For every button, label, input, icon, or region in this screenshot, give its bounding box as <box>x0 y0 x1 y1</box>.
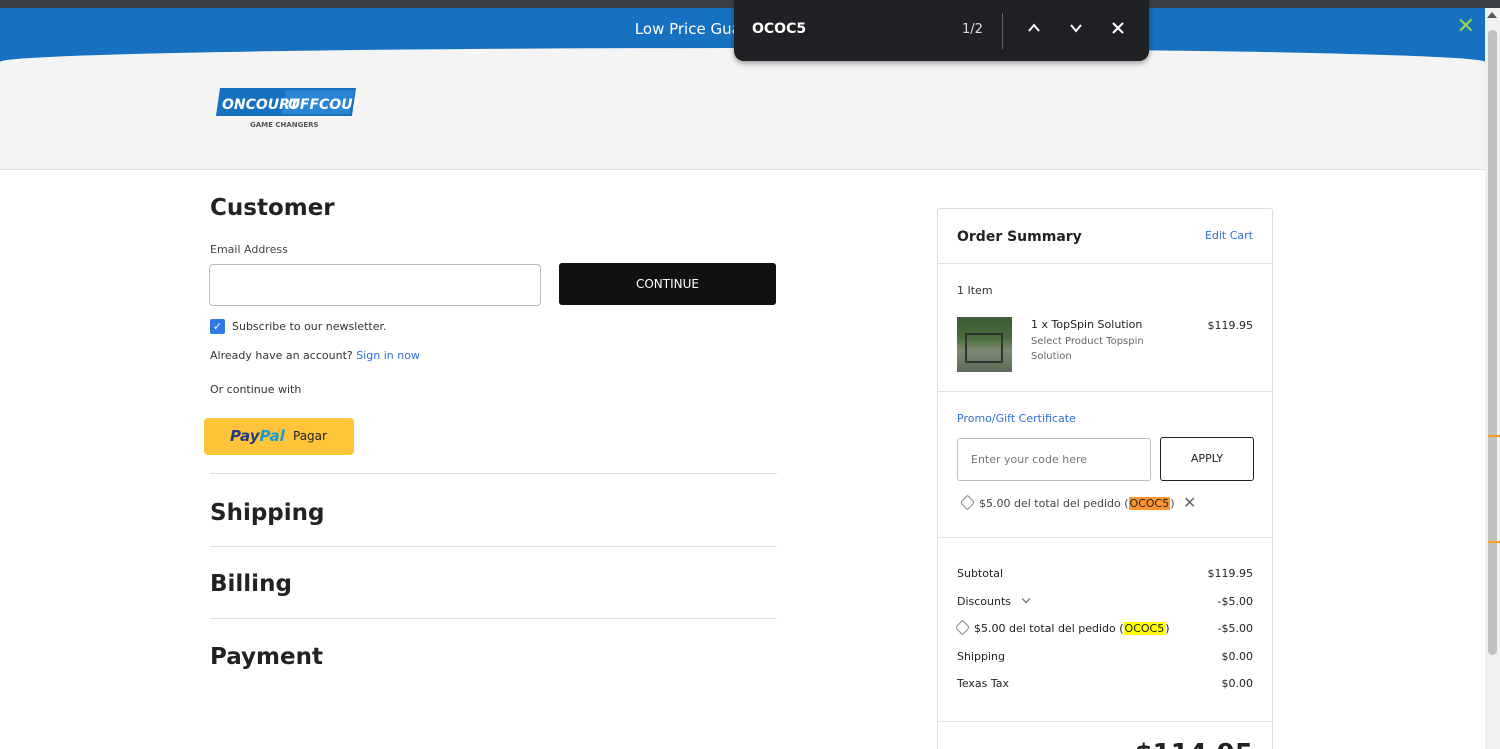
shipping-row: Shipping $0.00 <box>957 650 1253 663</box>
coupon-text-close: ) <box>1170 497 1175 510</box>
summary-divider <box>938 391 1272 392</box>
paypal-button[interactable]: PayPal Pagar <box>204 418 354 455</box>
find-close-button[interactable] <box>1106 18 1130 42</box>
continue-button[interactable]: CONTINUE <box>559 263 776 305</box>
promo-code-input-wrapper <box>957 438 1151 481</box>
account-text: Already have an account? <box>210 349 353 362</box>
summary-divider <box>938 537 1272 538</box>
item-name: 1 x TopSpin Solution <box>1031 318 1143 331</box>
section-divider <box>210 618 777 619</box>
tag-icon <box>954 619 971 636</box>
find-previous-button[interactable] <box>1022 18 1046 42</box>
discounts-label: Discounts <box>957 595 1012 608</box>
coupon-discount-row: $5.00 del total del pedido (OCOC5) -$5.0… <box>954 619 1253 636</box>
coupon-row-text: $5.00 del total del pedido ( <box>974 622 1124 635</box>
scroll-thumb[interactable] <box>1488 30 1497 655</box>
tax-value: $0.00 <box>1221 677 1254 690</box>
or-continue-text: Or continue with <box>210 383 302 396</box>
paypal-logo-pal: Pal <box>259 427 285 445</box>
coupon-text: $5.00 del total del pedido ( <box>979 497 1129 510</box>
applied-coupon: $5.00 del total del pedido (OCOC5) <box>959 494 1175 511</box>
edit-cart-link[interactable]: Edit Cart <box>1205 229 1253 242</box>
find-divider <box>1002 13 1003 49</box>
coupon-row-code-highlight: OCOC5 <box>1123 622 1166 635</box>
summary-divider <box>938 721 1272 722</box>
billing-heading[interactable]: Billing <box>210 571 292 597</box>
banner-close-icon[interactable]: ✕ <box>1457 14 1475 39</box>
close-icon <box>1112 22 1124 34</box>
discounts-row[interactable]: Discounts -$5.00 <box>957 594 1253 608</box>
logo-text-offcourt: OFFCOURT <box>288 97 358 113</box>
find-match-marker <box>1488 435 1500 437</box>
subtotal-value: $119.95 <box>1207 567 1254 580</box>
product-thumbnail <box>957 317 1012 372</box>
scroll-up-arrow-icon[interactable] <box>1487 12 1497 18</box>
find-in-page-bar: OCOC5 1/2 <box>734 0 1149 61</box>
chevron-down-icon[interactable] <box>1021 594 1031 604</box>
subtotal-row: Subtotal $119.95 <box>957 567 1253 580</box>
paypal-logo: PayPal <box>230 427 285 445</box>
find-match-marker <box>1488 541 1500 543</box>
section-divider <box>210 546 777 547</box>
newsletter-label: Subscribe to our newsletter. <box>232 320 387 333</box>
paypal-pagar-label: Pagar <box>293 429 327 443</box>
item-subtitle: Select Product Topspin Solution <box>1031 336 1144 362</box>
coupon-row-text-close: ) <box>1165 622 1170 635</box>
email-field[interactable] <box>209 264 541 306</box>
account-prompt: Already have an account? Sign in now <box>210 349 420 362</box>
payment-heading[interactable]: Payment <box>210 644 323 670</box>
sign-in-link[interactable]: Sign in now <box>356 349 420 362</box>
order-total: $114.95 <box>1135 739 1253 749</box>
remove-coupon-close-icon[interactable]: ✕ <box>1183 493 1196 512</box>
item-price: $119.95 <box>1207 319 1254 332</box>
logo-graphic: ONCOURT OFFCOURT GAME CHANGERS <box>216 88 374 129</box>
discounts-value: -$5.00 <box>1217 595 1253 608</box>
site-logo[interactable]: ONCOURT OFFCOURT GAME CHANGERS <box>216 86 374 130</box>
section-divider <box>210 473 777 474</box>
find-match-count: 1/2 <box>962 22 983 37</box>
order-summary: Order Summary Edit Cart 1 Item 1 x TopSp… <box>937 208 1273 749</box>
shipping-label: Shipping <box>957 650 1005 663</box>
shipping-value: $0.00 <box>1221 650 1254 663</box>
thumbnail-net-shape <box>965 333 1003 363</box>
coupon-row-value: -$5.00 <box>1217 622 1253 635</box>
promo-code-input[interactable] <box>958 439 1150 480</box>
order-summary-title: Order Summary <box>957 229 1082 245</box>
checkmark-icon: ✓ <box>212 320 223 333</box>
subtotal-label: Subtotal <box>957 567 1004 580</box>
coupon-code-highlight: OCOC5 <box>1128 497 1171 510</box>
paypal-logo-pay: Pay <box>230 427 260 445</box>
tax-row: Texas Tax $0.00 <box>957 677 1253 690</box>
summary-divider <box>938 263 1272 264</box>
promo-gift-link[interactable]: Promo/Gift Certificate <box>957 412 1076 425</box>
newsletter-checkbox[interactable]: ✓ <box>210 319 225 334</box>
apply-button[interactable]: APPLY <box>1160 437 1254 481</box>
find-input[interactable]: OCOC5 <box>752 21 806 37</box>
chevron-down-icon <box>1070 24 1082 33</box>
tag-icon <box>959 494 976 511</box>
customer-heading: Customer <box>210 195 335 221</box>
items-count: 1 Item <box>957 284 993 297</box>
tax-label: Texas Tax <box>957 677 1010 690</box>
email-label: Email Address <box>210 243 288 256</box>
page-scrollbar[interactable] <box>1485 8 1500 749</box>
shipping-heading[interactable]: Shipping <box>210 500 324 526</box>
logo-tagline: GAME CHANGERS <box>250 121 319 129</box>
find-next-button[interactable] <box>1064 18 1088 42</box>
chevron-up-icon <box>1028 23 1040 32</box>
